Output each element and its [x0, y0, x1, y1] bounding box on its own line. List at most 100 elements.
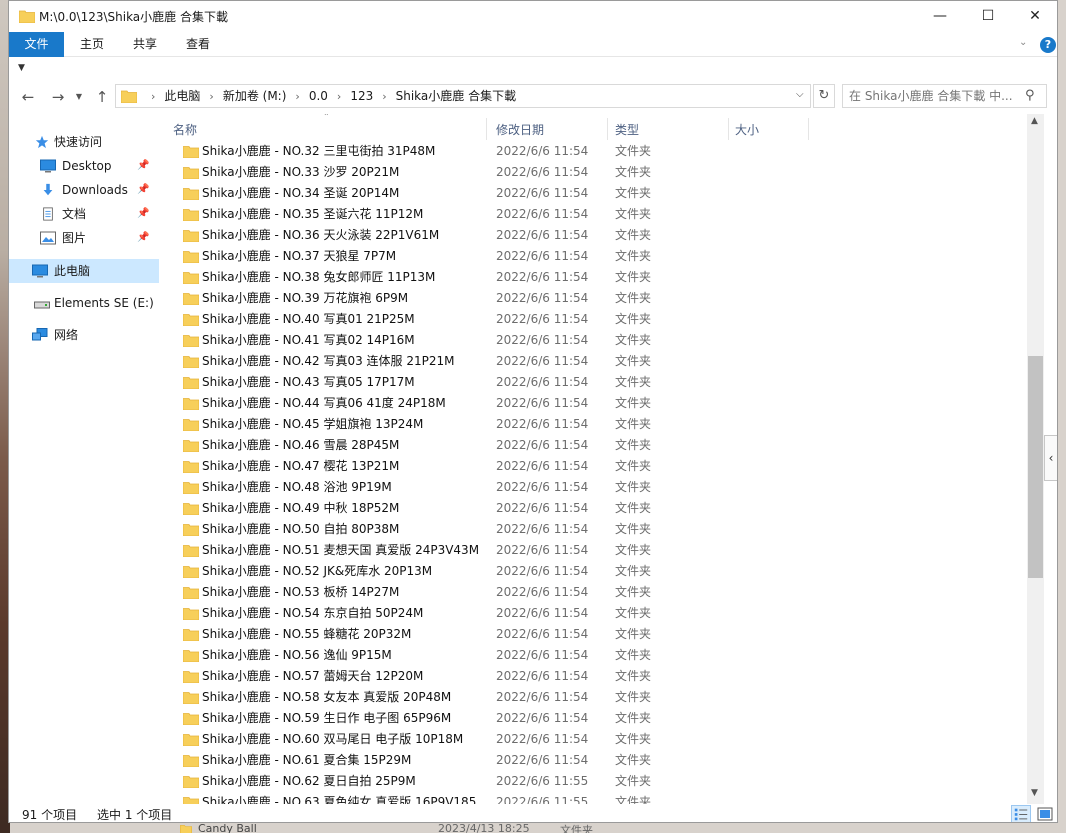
- chevron-right-icon[interactable]: ›: [337, 90, 341, 103]
- file-date: 2022/6/6 11:54: [496, 711, 589, 725]
- column-divider[interactable]: [808, 118, 809, 140]
- table-row[interactable]: Shika小鹿鹿 - NO.34 圣诞 20P14M 2022/6/6 11:54…: [161, 183, 1027, 204]
- quick-access-toolbar: ▼: [9, 58, 1057, 82]
- table-row[interactable]: Shika小鹿鹿 - NO.56 逸仙 9P15M 2022/6/6 11:54 文…: [161, 645, 1027, 666]
- table-row[interactable]: Shika小鹿鹿 - NO.36 天火泳装 22P1V61M 2022/6/6 1…: [161, 225, 1027, 246]
- table-row[interactable]: Shika小鹿鹿 - NO.40 写真01 21P25M 2022/6/6 11:…: [161, 309, 1027, 330]
- table-row[interactable]: Shika小鹿鹿 - NO.55 蜂糖花 20P32M 2022/6/6 11:5…: [161, 624, 1027, 645]
- address-bar[interactable]: › 此电脑 › 新加卷 (M:) › 0.0 › 123 › Shika小鹿鹿 合集下載 ⌵: [115, 84, 811, 108]
- table-row[interactable]: Shika小鹿鹿 - NO.45 学姐旗袍 13P24M 2022/6/6 11:…: [161, 414, 1027, 435]
- scroll-up-icon[interactable]: ▲: [1031, 116, 1038, 126]
- search-input[interactable]: [849, 88, 1019, 104]
- table-row[interactable]: Shika小鹿鹿 - NO.59 生日作 电子图 65P96M 2022/6/6 …: [161, 708, 1027, 729]
- file-date: 2022/6/6 11:54: [496, 606, 589, 620]
- forward-button[interactable]: →: [47, 86, 69, 108]
- column-divider[interactable]: [728, 118, 729, 140]
- sidebar-item-documents[interactable]: 文档 📌: [9, 202, 159, 226]
- up-button[interactable]: ↑: [91, 86, 113, 108]
- table-row[interactable]: Shika小鹿鹿 - NO.42 写真03 连体服 21P21M 2022/6/6…: [161, 351, 1027, 372]
- chevron-right-icon[interactable]: ›: [295, 90, 299, 103]
- search-icon[interactable]: ⚲: [1025, 88, 1035, 103]
- tab-view[interactable]: 查看: [177, 32, 219, 57]
- back-button[interactable]: ←: [17, 86, 39, 108]
- file-type: 文件夹: [615, 144, 652, 158]
- sidebar-item-pictures[interactable]: 图片 📌: [9, 226, 159, 250]
- file-name: Shika小鹿鹿 - NO.58 女友本 真爱版 20P48M: [202, 690, 452, 704]
- help-icon[interactable]: ?: [1040, 37, 1056, 53]
- column-header-size[interactable]: 大小: [735, 120, 759, 140]
- folder-icon: [183, 608, 199, 620]
- table-row[interactable]: Shika小鹿鹿 - NO.53 板桥 14P27M 2022/6/6 11:54…: [161, 582, 1027, 603]
- column-divider[interactable]: [607, 118, 608, 140]
- table-row[interactable]: Shika小鹿鹿 - NO.48 浴池 9P19M 2022/6/6 11:54 文…: [161, 477, 1027, 498]
- preview-pane-toggle[interactable]: ‹: [1044, 435, 1057, 481]
- chevron-right-icon[interactable]: ›: [151, 90, 155, 103]
- refresh-button[interactable]: ↻: [813, 84, 835, 108]
- table-row[interactable]: Shika小鹿鹿 - NO.54 东京自拍 50P24M 2022/6/6 11:…: [161, 603, 1027, 624]
- table-row[interactable]: Shika小鹿鹿 - NO.50 自拍 80P38M 2022/6/6 11:54…: [161, 519, 1027, 540]
- table-row[interactable]: Shika小鹿鹿 - NO.60 双马尾日 电子版 10P18M 2022/6/6…: [161, 729, 1027, 750]
- table-row[interactable]: Shika小鹿鹿 - NO.43 写真05 17P17M 2022/6/6 11:…: [161, 372, 1027, 393]
- tab-share[interactable]: 共享: [124, 32, 166, 57]
- sidebar-item-downloads[interactable]: Downloads 📌: [9, 178, 159, 202]
- recent-locations-button[interactable]: ▼: [73, 86, 85, 108]
- close-button[interactable]: ✕: [1012, 1, 1057, 31]
- table-row[interactable]: Shika小鹿鹿 - NO.62 夏日自拍 25P9M 2022/6/6 11:5…: [161, 771, 1027, 792]
- table-row[interactable]: Shika小鹿鹿 - NO.61 夏合集 15P29M 2022/6/6 11:5…: [161, 750, 1027, 771]
- table-row[interactable]: Shika小鹿鹿 - NO.46 雪晨 28P45M 2022/6/6 11:54…: [161, 435, 1027, 456]
- column-header-name[interactable]: 名称: [173, 120, 197, 140]
- table-row[interactable]: Shika小鹿鹿 - NO.57 蕾姆天台 12P20M 2022/6/6 11:…: [161, 666, 1027, 687]
- table-row[interactable]: Shika小鹿鹿 - NO.35 圣诞六花 11P12M 2022/6/6 11:…: [161, 204, 1027, 225]
- file-name: Shika小鹿鹿 - NO.61 夏合集 15P29M: [202, 753, 412, 767]
- details-view-icon[interactable]: [1011, 805, 1031, 823]
- table-row[interactable]: Shika小鹿鹿 - NO.37 天狼星 7P7M 2022/6/6 11:54 文…: [161, 246, 1027, 267]
- item-count: 91 个项目: [22, 808, 78, 822]
- chevron-right-icon[interactable]: ›: [382, 90, 386, 103]
- column-header-date[interactable]: 修改日期: [496, 120, 544, 140]
- column-divider[interactable]: [486, 118, 487, 140]
- table-row[interactable]: Shika小鹿鹿 - NO.33 沙罗 20P21M 2022/6/6 11:54…: [161, 162, 1027, 183]
- chevron-down-icon[interactable]: ⌵: [796, 89, 804, 100]
- folder-icon: [183, 776, 199, 788]
- table-row[interactable]: Shika小鹿鹿 - NO.38 兔女郎师匠 11P13M 2022/6/6 11…: [161, 267, 1027, 288]
- folder-icon: [183, 335, 199, 347]
- sidebar-item-desktop[interactable]: Desktop 📌: [9, 154, 159, 178]
- table-row[interactable]: Shika小鹿鹿 - NO.58 女友本 真爱版 20P48M 2022/6/6 …: [161, 687, 1027, 708]
- table-row[interactable]: Shika小鹿鹿 - NO.41 写真02 14P16M 2022/6/6 11:…: [161, 330, 1027, 351]
- table-row[interactable]: Shika小鹿鹿 - NO.49 中秋 18P52M 2022/6/6 11:54…: [161, 498, 1027, 519]
- sidebar-item-elements-drive[interactable]: Elements SE (E:): [9, 291, 159, 315]
- table-row[interactable]: Shika小鹿鹿 - NO.51 麦想天国 真爱版 24P3V43M 2022/6…: [161, 540, 1027, 561]
- breadcrumb-item[interactable]: Shika小鹿鹿 合集下載: [396, 89, 516, 103]
- table-row[interactable]: Shika小鹿鹿 - NO.39 万花旗袍 6P9M 2022/6/6 11:54…: [161, 288, 1027, 309]
- table-row[interactable]: Shika小鹿鹿 - NO.44 写真06 41度 24P18M 2022/6/6…: [161, 393, 1027, 414]
- scroll-thumb[interactable]: [1028, 356, 1043, 578]
- breadcrumb-item[interactable]: 新加卷 (M:): [223, 89, 287, 103]
- table-row[interactable]: Shika小鹿鹿 - NO.63 夏色纯女 真爱版 16P9V185 2022/6…: [161, 792, 1027, 804]
- minimize-button[interactable]: —: [917, 1, 963, 31]
- large-icons-view-icon[interactable]: [1035, 805, 1055, 823]
- customize-toolbar-icon[interactable]: ▼: [18, 63, 25, 73]
- table-row[interactable]: Shika小鹿鹿 - NO.32 三里屯街拍 31P48M 2022/6/6 11…: [161, 141, 1027, 162]
- file-type: 文件夹: [615, 648, 652, 662]
- tab-home[interactable]: 主页: [71, 32, 113, 57]
- sidebar-item-network[interactable]: 网络: [9, 323, 159, 347]
- breadcrumb-item[interactable]: 0.0: [309, 89, 328, 103]
- file-date: 2022/6/6 11:54: [496, 564, 589, 578]
- maximize-button[interactable]: ☐: [965, 1, 1011, 31]
- chevron-down-icon[interactable]: ⌄: [1019, 37, 1027, 48]
- breadcrumb-item[interactable]: 123: [350, 89, 373, 103]
- scroll-down-icon[interactable]: ▼: [1031, 788, 1038, 798]
- background-window-row: Candy Ball 2023/4/13 18:25 文件夹: [180, 822, 600, 833]
- tab-file[interactable]: 文件: [9, 32, 64, 57]
- sidebar-item-this-pc[interactable]: 此电脑: [9, 259, 159, 283]
- column-header-type[interactable]: 类型: [615, 120, 639, 140]
- vertical-scrollbar[interactable]: ▲ ▼: [1027, 114, 1044, 804]
- file-type: 文件夹: [615, 795, 652, 804]
- table-row[interactable]: Shika小鹿鹿 - NO.52 JK&死库水 20P13M 2022/6/6 1…: [161, 561, 1027, 582]
- chevron-right-icon[interactable]: ›: [209, 90, 213, 103]
- breadcrumb-item[interactable]: 此电脑: [164, 89, 200, 103]
- sidebar-item-quick-access[interactable]: 快速访问: [9, 130, 159, 154]
- file-type: 文件夹: [615, 396, 652, 410]
- file-type: 文件夹: [615, 669, 652, 683]
- table-row[interactable]: Shika小鹿鹿 - NO.47 樱花 13P21M 2022/6/6 11:54…: [161, 456, 1027, 477]
